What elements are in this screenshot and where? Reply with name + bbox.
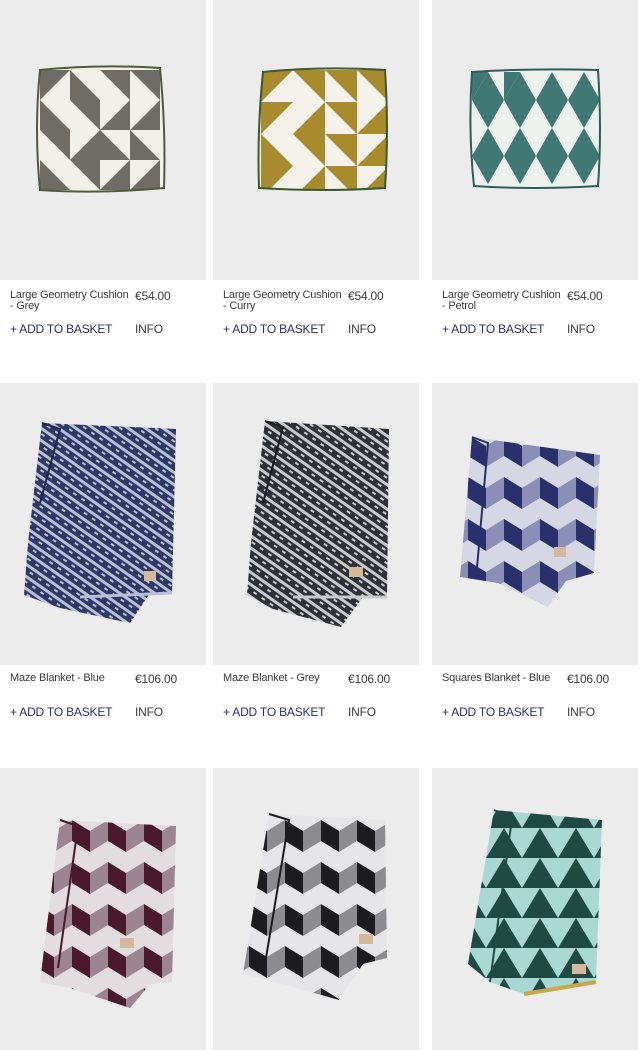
product-image[interactable] (213, 768, 419, 1050)
product-name[interactable]: Squares Blanket - Blue (442, 673, 564, 684)
product-price: €54.00 (567, 289, 603, 303)
product-info: Maze Blanket - Grey €106.00 (223, 671, 411, 697)
product-name[interactable]: Maze Blanket - Grey (223, 673, 345, 684)
info-link[interactable]: INFO (567, 705, 595, 719)
info-link[interactable]: INFO (348, 322, 376, 336)
add-to-basket-button[interactable]: + ADD TO BASKET (442, 705, 544, 719)
add-to-basket-button[interactable]: + ADD TO BASKET (442, 322, 544, 336)
product-card (213, 768, 419, 1050)
product-card (0, 768, 206, 1050)
info-link[interactable]: INFO (135, 322, 163, 336)
product-name[interactable]: Large Geometry Cushion - Petrol (442, 290, 564, 312)
product-info: Squares Blanket - Blue €106.00 (442, 671, 630, 697)
product-card (432, 768, 638, 1050)
product-image[interactable] (0, 383, 206, 665)
product-price: €106.00 (135, 672, 177, 686)
product-name[interactable]: Large Geometry Cushion - Grey (10, 290, 132, 312)
blanket-image (468, 809, 602, 996)
product-card: Large Geometry Cushion - Curry €54.00 + … (213, 0, 419, 336)
product-price: €106.00 (567, 672, 609, 686)
product-price: €106.00 (348, 672, 390, 686)
product-image[interactable] (213, 383, 419, 665)
info-link[interactable]: INFO (567, 322, 595, 336)
product-info: Large Geometry Cushion - Curry €54.00 (223, 288, 411, 314)
blanket-image (247, 420, 389, 627)
product-image[interactable] (432, 0, 638, 280)
product-image[interactable] (213, 0, 419, 280)
blanket-image (24, 422, 176, 623)
product-name[interactable]: Maze Blanket - Blue (10, 673, 132, 684)
product-actions: + ADD TO BASKET INFO (10, 322, 198, 338)
product-image[interactable] (432, 768, 638, 1050)
blanket-image (460, 436, 600, 607)
add-to-basket-button[interactable]: + ADD TO BASKET (10, 322, 112, 336)
add-to-basket-button[interactable]: + ADD TO BASKET (223, 705, 325, 719)
product-actions: + ADD TO BASKET INFO (442, 705, 630, 721)
product-card: Squares Blanket - Blue €106.00 + ADD TO … (432, 383, 638, 719)
info-link[interactable]: INFO (135, 705, 163, 719)
product-actions: + ADD TO BASKET INFO (223, 705, 411, 721)
product-image[interactable] (0, 768, 206, 1050)
product-info: Large Geometry Cushion - Grey €54.00 (10, 288, 198, 314)
product-grid: Large Geometry Cushion - Grey €54.00 + A… (0, 0, 640, 1050)
product-card: Large Geometry Cushion - Grey €54.00 + A… (0, 0, 206, 336)
cushion-image (257, 67, 388, 191)
product-price: €54.00 (348, 289, 384, 303)
cushion-image (469, 68, 601, 189)
product-name[interactable]: Large Geometry Cushion - Curry (223, 290, 345, 312)
product-info: Large Geometry Cushion - Petrol €54.00 (442, 288, 630, 314)
product-actions: + ADD TO BASKET INFO (442, 322, 630, 338)
info-link[interactable]: INFO (348, 705, 376, 719)
add-to-basket-button[interactable]: + ADD TO BASKET (223, 322, 325, 336)
product-info: Maze Blanket - Blue €106.00 (10, 671, 198, 697)
product-price: €54.00 (135, 289, 171, 303)
cushion-image (36, 65, 166, 193)
product-image[interactable] (432, 383, 638, 665)
add-to-basket-button[interactable]: + ADD TO BASKET (10, 705, 112, 719)
blanket-image (243, 813, 387, 1000)
product-card: Maze Blanket - Grey €106.00 + ADD TO BAS… (213, 383, 419, 719)
product-actions: + ADD TO BASKET INFO (223, 322, 411, 338)
product-card: Large Geometry Cushion - Petrol €54.00 +… (432, 0, 638, 336)
blanket-image (40, 819, 176, 1008)
product-card: Maze Blanket - Blue €106.00 + ADD TO BAS… (0, 383, 206, 719)
product-image[interactable] (0, 0, 206, 280)
product-actions: + ADD TO BASKET INFO (10, 705, 198, 721)
